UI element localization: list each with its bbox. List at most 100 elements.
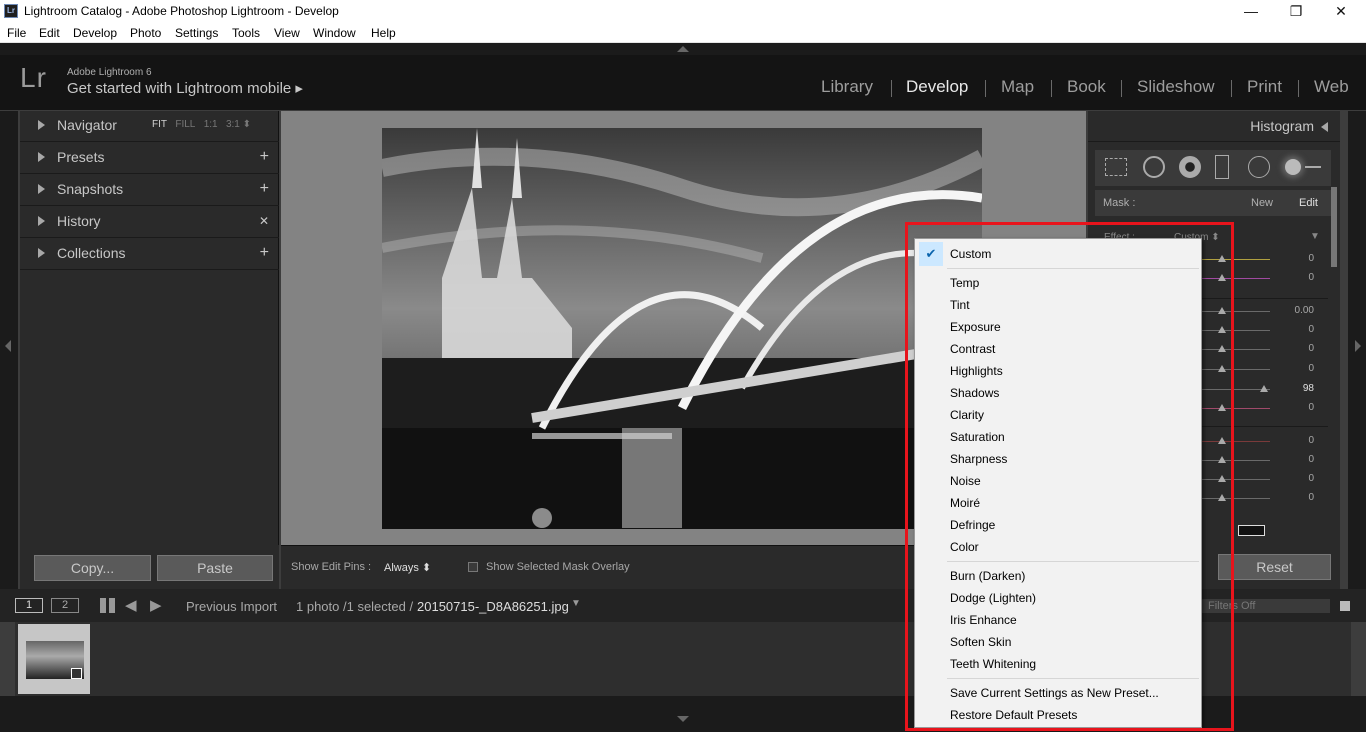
filename[interactable]: 20150715-_D8A86251.jpg: [417, 599, 569, 614]
red-eye-icon[interactable]: [1179, 156, 1201, 178]
menu-develop[interactable]: Develop: [73, 26, 117, 40]
paste-button[interactable]: Paste: [157, 555, 273, 581]
second-window-button[interactable]: 2: [51, 598, 79, 613]
module-print[interactable]: Print: [1247, 77, 1282, 97]
histogram-header[interactable]: Histogram: [1088, 111, 1340, 142]
slider-value[interactable]: 0: [1274, 492, 1314, 503]
minimize-button[interactable]: —: [1228, 2, 1274, 22]
menu-settings[interactable]: Settings: [175, 26, 218, 40]
zoom-3-1[interactable]: 3:1 ⬍: [226, 119, 251, 130]
navigator-label: Navigator: [57, 117, 117, 133]
slider-value[interactable]: 0: [1274, 272, 1314, 283]
prev-arrow-icon[interactable]: ◀: [125, 596, 137, 614]
history-label: History: [57, 213, 101, 229]
main-window-button[interactable]: 1: [15, 598, 43, 613]
presets-label: Presets: [57, 149, 105, 165]
radial-filter-icon[interactable]: [1248, 156, 1270, 178]
title-bar: Lr Lightroom Catalog - Adobe Photoshop L…: [0, 0, 1366, 23]
slider-value[interactable]: 98: [1274, 383, 1314, 394]
graduated-filter-icon[interactable]: [1215, 155, 1229, 179]
spot-removal-icon[interactable]: [1143, 156, 1165, 178]
mask-new-button[interactable]: New: [1251, 197, 1273, 209]
module-book[interactable]: Book: [1067, 77, 1106, 97]
left-panel-footer: Copy... Paste: [20, 545, 279, 589]
mask-edit-button[interactable]: Edit: [1299, 197, 1318, 209]
add-snapshot-icon[interactable]: +: [260, 180, 269, 198]
right-panel-scrollbar[interactable]: [1331, 187, 1337, 267]
module-develop[interactable]: Develop: [906, 77, 968, 97]
thumbnail-cell[interactable]: [18, 624, 90, 694]
snapshots-label: Snapshots: [57, 181, 124, 197]
module-map[interactable]: Map: [1001, 77, 1034, 97]
slider-value[interactable]: 0: [1274, 435, 1314, 446]
snapshots-header[interactable]: Snapshots +: [20, 175, 279, 206]
filmstrip-source[interactable]: Previous Import: [186, 599, 277, 614]
collections-header[interactable]: Collections +: [20, 239, 279, 270]
module-divider: [985, 80, 986, 97]
add-preset-icon[interactable]: +: [260, 148, 269, 166]
presets-header[interactable]: Presets +: [20, 143, 279, 174]
slider-knob[interactable]: [1260, 385, 1268, 392]
reset-button[interactable]: Reset: [1218, 554, 1331, 580]
slider-value[interactable]: 0: [1274, 324, 1314, 335]
collapse-up-icon: [677, 46, 689, 52]
menu-window[interactable]: Window: [313, 26, 356, 40]
slider-value[interactable]: 0.00: [1274, 305, 1314, 316]
menu-file[interactable]: File: [7, 26, 26, 40]
module-slideshow[interactable]: Slideshow: [1137, 77, 1215, 97]
lr-app-icon: Lr: [4, 4, 18, 18]
menu-tools[interactable]: Tools: [232, 26, 260, 40]
zoom-fit[interactable]: FIT: [152, 119, 167, 130]
filter-lock-icon[interactable]: [1340, 601, 1350, 611]
add-collection-icon[interactable]: +: [260, 244, 269, 262]
photo-preview[interactable]: [382, 128, 982, 529]
clear-history-icon[interactable]: ✕: [259, 214, 269, 228]
slider-value[interactable]: 0: [1274, 454, 1314, 465]
menu-edit[interactable]: Edit: [39, 26, 60, 40]
mask-label: Mask :: [1103, 197, 1136, 209]
copy-button[interactable]: Copy...: [34, 555, 151, 581]
adjustment-brush-icon[interactable]: [1285, 159, 1301, 175]
slider-value[interactable]: 0: [1274, 253, 1314, 264]
left-panel: Navigator FIT FILL 1:1 3:1 ⬍ Presets + S…: [20, 111, 279, 545]
module-divider: [1121, 80, 1122, 97]
menu-photo[interactable]: Photo: [130, 26, 161, 40]
zoom-1-1[interactable]: 1:1: [204, 119, 218, 130]
mask-overlay-checkbox[interactable]: [468, 562, 478, 572]
history-header[interactable]: History ✕: [20, 207, 279, 238]
zoom-fill[interactable]: FILL: [175, 119, 195, 130]
mobile-promo[interactable]: Get started with Lightroom mobile ▸: [67, 79, 303, 97]
filename-dropdown-icon[interactable]: ▼: [571, 598, 581, 609]
menu-bar: File Edit Develop Photo Settings Tools V…: [0, 23, 1366, 43]
edit-pins-select[interactable]: Always ⬍: [384, 561, 431, 574]
zoom-options: FIT FILL 1:1 3:1 ⬍: [152, 119, 251, 130]
restore-button[interactable]: ❐: [1273, 2, 1319, 22]
next-arrow-icon[interactable]: ▶: [150, 596, 162, 614]
bridge-cathedral-photo: [382, 128, 982, 529]
slider-value[interactable]: 0: [1274, 402, 1314, 413]
color-swatch-icon[interactable]: [1238, 525, 1265, 536]
menu-view[interactable]: View: [274, 26, 300, 40]
close-button[interactable]: ✕: [1318, 2, 1364, 22]
grid-view-icon[interactable]: [100, 598, 115, 613]
expand-icon: [38, 184, 45, 194]
module-library[interactable]: Library: [821, 77, 873, 97]
slider-value[interactable]: 0: [1274, 473, 1314, 484]
expand-icon: [38, 248, 45, 258]
crop-tool-icon[interactable]: [1105, 158, 1127, 176]
mask-row: Mask : New Edit: [1095, 190, 1331, 216]
collapse-icon: [1321, 122, 1328, 132]
tool-strip: [1095, 150, 1331, 186]
slider-value[interactable]: 0: [1274, 343, 1314, 354]
navigator-header[interactable]: Navigator FIT FILL 1:1 3:1 ⬍: [20, 111, 279, 142]
expand-icon: [38, 120, 45, 130]
collapse-right-icon: [1355, 340, 1361, 352]
module-web[interactable]: Web: [1314, 77, 1349, 97]
top-panel-toggle[interactable]: [0, 43, 1366, 55]
edited-badge-icon: [71, 668, 82, 679]
menu-help[interactable]: Help: [371, 26, 396, 40]
expand-icon: [38, 152, 45, 162]
collections-label: Collections: [57, 245, 126, 261]
effect-collapse-icon[interactable]: ▼: [1310, 231, 1320, 242]
slider-value[interactable]: 0: [1274, 363, 1314, 374]
